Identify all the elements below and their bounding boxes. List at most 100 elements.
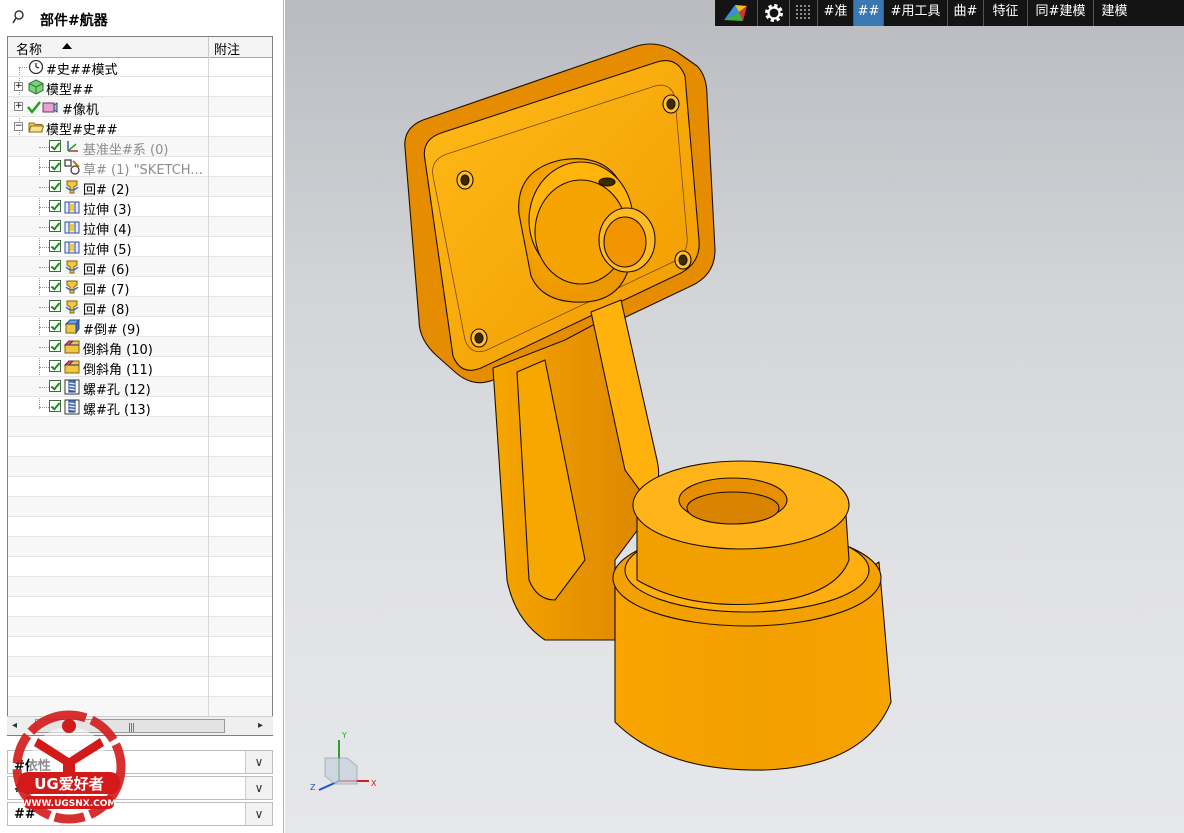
navigator-title: 部件#航器 — [40, 13, 108, 29]
tree-label: 基准坐#系 (0) — [83, 143, 169, 158]
sketch-icon — [64, 159, 80, 175]
chevron-down-icon[interactable]: ∨ — [245, 803, 272, 825]
tree-label: 回# (7) — [83, 283, 130, 298]
pin-icon[interactable] — [12, 10, 24, 24]
visibility-checkbox[interactable] — [49, 200, 61, 212]
tree-label: 螺#孔 (12) — [83, 383, 151, 398]
feature-sketch[interactable]: 草# (1) "SKETCH... — [8, 157, 272, 178]
visibility-checkbox[interactable] — [49, 300, 61, 312]
revolve-icon — [65, 260, 79, 274]
extrude-icon — [64, 221, 80, 234]
revolve-icon — [65, 280, 79, 294]
tree-label: 倒斜角 (10) — [83, 343, 153, 358]
ugsnx-watermark-logo: UG爱好者 WWW.UGSNX.COM — [12, 710, 126, 824]
visibility-checkbox[interactable] — [49, 180, 61, 192]
feature-revolve-7[interactable]: 回# (7) — [8, 277, 272, 298]
feature-extrude-3[interactable]: 拉伸 (3) — [8, 197, 272, 218]
clock-icon — [28, 59, 44, 75]
tree-label: 拉伸 (5) — [83, 243, 132, 258]
feature-chamfer-10[interactable]: 倒斜角 (10) — [8, 337, 272, 358]
revolve-icon — [65, 300, 79, 314]
part-model[interactable]: Y X Z — [285, 0, 1184, 833]
grid-snap-icon[interactable] — [789, 0, 817, 26]
tree-label: 螺#孔 (13) — [83, 403, 151, 418]
part-tree: 名称 附注 #史##模式 + 模型## + #像机 − 模型#史## 基准坐#系… — [7, 36, 273, 736]
collapse-icon[interactable]: − — [14, 122, 23, 131]
expand-icon[interactable]: + — [14, 102, 23, 111]
tree-column-header: 名称 附注 — [8, 37, 272, 58]
cube-views-icon — [28, 79, 44, 95]
visibility-checkbox[interactable] — [49, 360, 61, 372]
tree-label: 回# (2) — [83, 183, 130, 198]
visibility-checkbox[interactable] — [49, 240, 61, 252]
feature-revolve-6[interactable]: 回# (6) — [8, 257, 272, 278]
feature-revolve-8[interactable]: 回# (8) — [8, 297, 272, 318]
visibility-checkbox[interactable] — [49, 220, 61, 232]
top-toolbar: #准 ## #用工具 曲# 特征 同#建模 建模 — [715, 0, 1184, 26]
column-name-header[interactable]: 名称 — [8, 37, 209, 58]
tree-row-cameras[interactable]: + #像机 — [8, 97, 272, 118]
tree-row-model-history[interactable]: − 模型#史## — [8, 117, 272, 138]
tree-label: 模型#史## — [46, 123, 118, 138]
gear-icon[interactable] — [757, 0, 789, 26]
visibility-checkbox[interactable] — [49, 340, 61, 352]
nx-logo-icon[interactable] — [715, 0, 757, 26]
column-notes-header[interactable]: 附注 — [214, 39, 240, 58]
visibility-checkbox[interactable] — [49, 140, 61, 152]
tree-label: 草# (1) "SKETCH... — [83, 163, 203, 178]
visibility-checkbox[interactable] — [49, 260, 61, 272]
tree-label: 模型## — [46, 83, 94, 98]
tree-label: 拉伸 (3) — [83, 203, 132, 218]
threaded-hole-icon — [64, 379, 80, 395]
chevron-down-icon[interactable]: ∨ — [245, 777, 272, 799]
visibility-checkbox[interactable] — [49, 380, 61, 392]
triad-y-label: Y — [341, 731, 347, 740]
chamfer-icon — [64, 340, 80, 354]
feature-revolve-2[interactable]: 回# (2) — [8, 177, 272, 198]
feature-extrude-4[interactable]: 拉伸 (4) — [8, 217, 272, 238]
extrude-icon — [64, 241, 80, 254]
tree-row-history-mode[interactable]: #史##模式 — [8, 57, 272, 78]
visibility-checkbox[interactable] — [49, 400, 61, 412]
graphics-window[interactable]: Y X Z — [285, 0, 1184, 833]
triad-x-label: X — [371, 779, 377, 788]
tree-label: 回# (8) — [83, 303, 130, 318]
feature-chamfer-11[interactable]: 倒斜角 (11) — [8, 357, 272, 378]
visibility-checkbox[interactable] — [49, 320, 61, 332]
triad-z-label: Z — [310, 783, 316, 792]
tab-standard[interactable]: #准 — [817, 0, 853, 26]
tree-label: #像机 — [62, 103, 99, 118]
tree-row-model-views[interactable]: + 模型## — [8, 77, 272, 98]
tab-curve[interactable]: 曲# — [947, 0, 983, 26]
feature-extrude-5[interactable]: 拉伸 (5) — [8, 237, 272, 258]
column-name-label: 名称 — [16, 43, 43, 58]
navigator-header: 部件#航器 — [0, 0, 283, 36]
camera-icon — [42, 102, 58, 113]
feature-edge-blend-9[interactable]: #倒# (9) — [8, 317, 272, 338]
chamfer-icon — [64, 360, 80, 374]
feature-datum-csys[interactable]: 基准坐#系 (0) — [8, 137, 272, 158]
chevron-down-icon[interactable]: ∨ — [245, 751, 272, 773]
edge-blend-icon — [64, 319, 80, 335]
watermark-brand: UG爱好者 — [34, 775, 104, 793]
expand-icon[interactable]: + — [14, 82, 23, 91]
visibility-checkbox[interactable] — [49, 280, 61, 292]
tree-label: #倒# (9) — [83, 323, 141, 338]
datum-csys-icon — [67, 141, 78, 152]
folder-open-icon — [28, 122, 44, 133]
feature-threaded-hole-13[interactable]: 螺#孔 (13) — [8, 397, 272, 418]
tab-view[interactable]: ## — [853, 0, 883, 26]
threaded-hole-icon — [64, 399, 80, 415]
tab-modeling[interactable]: 建模 — [1093, 0, 1135, 26]
visibility-checkbox[interactable] — [49, 160, 61, 172]
watermark-url: WWW.UGSNX.COM — [22, 799, 117, 809]
wcs-triad: Y X Z — [310, 731, 377, 792]
sort-ascending-icon — [62, 43, 72, 49]
revolve-icon — [65, 180, 79, 194]
scroll-right-arrow-icon[interactable]: ▸ — [258, 720, 263, 731]
tab-synchronous-modeling[interactable]: 同#建模 — [1027, 0, 1093, 26]
tab-utility[interactable]: #用工具 — [883, 0, 947, 26]
tab-feature[interactable]: 特征 — [983, 0, 1027, 26]
tree-label: 倒斜角 (11) — [83, 363, 153, 378]
feature-threaded-hole-12[interactable]: 螺#孔 (12) — [8, 377, 272, 398]
